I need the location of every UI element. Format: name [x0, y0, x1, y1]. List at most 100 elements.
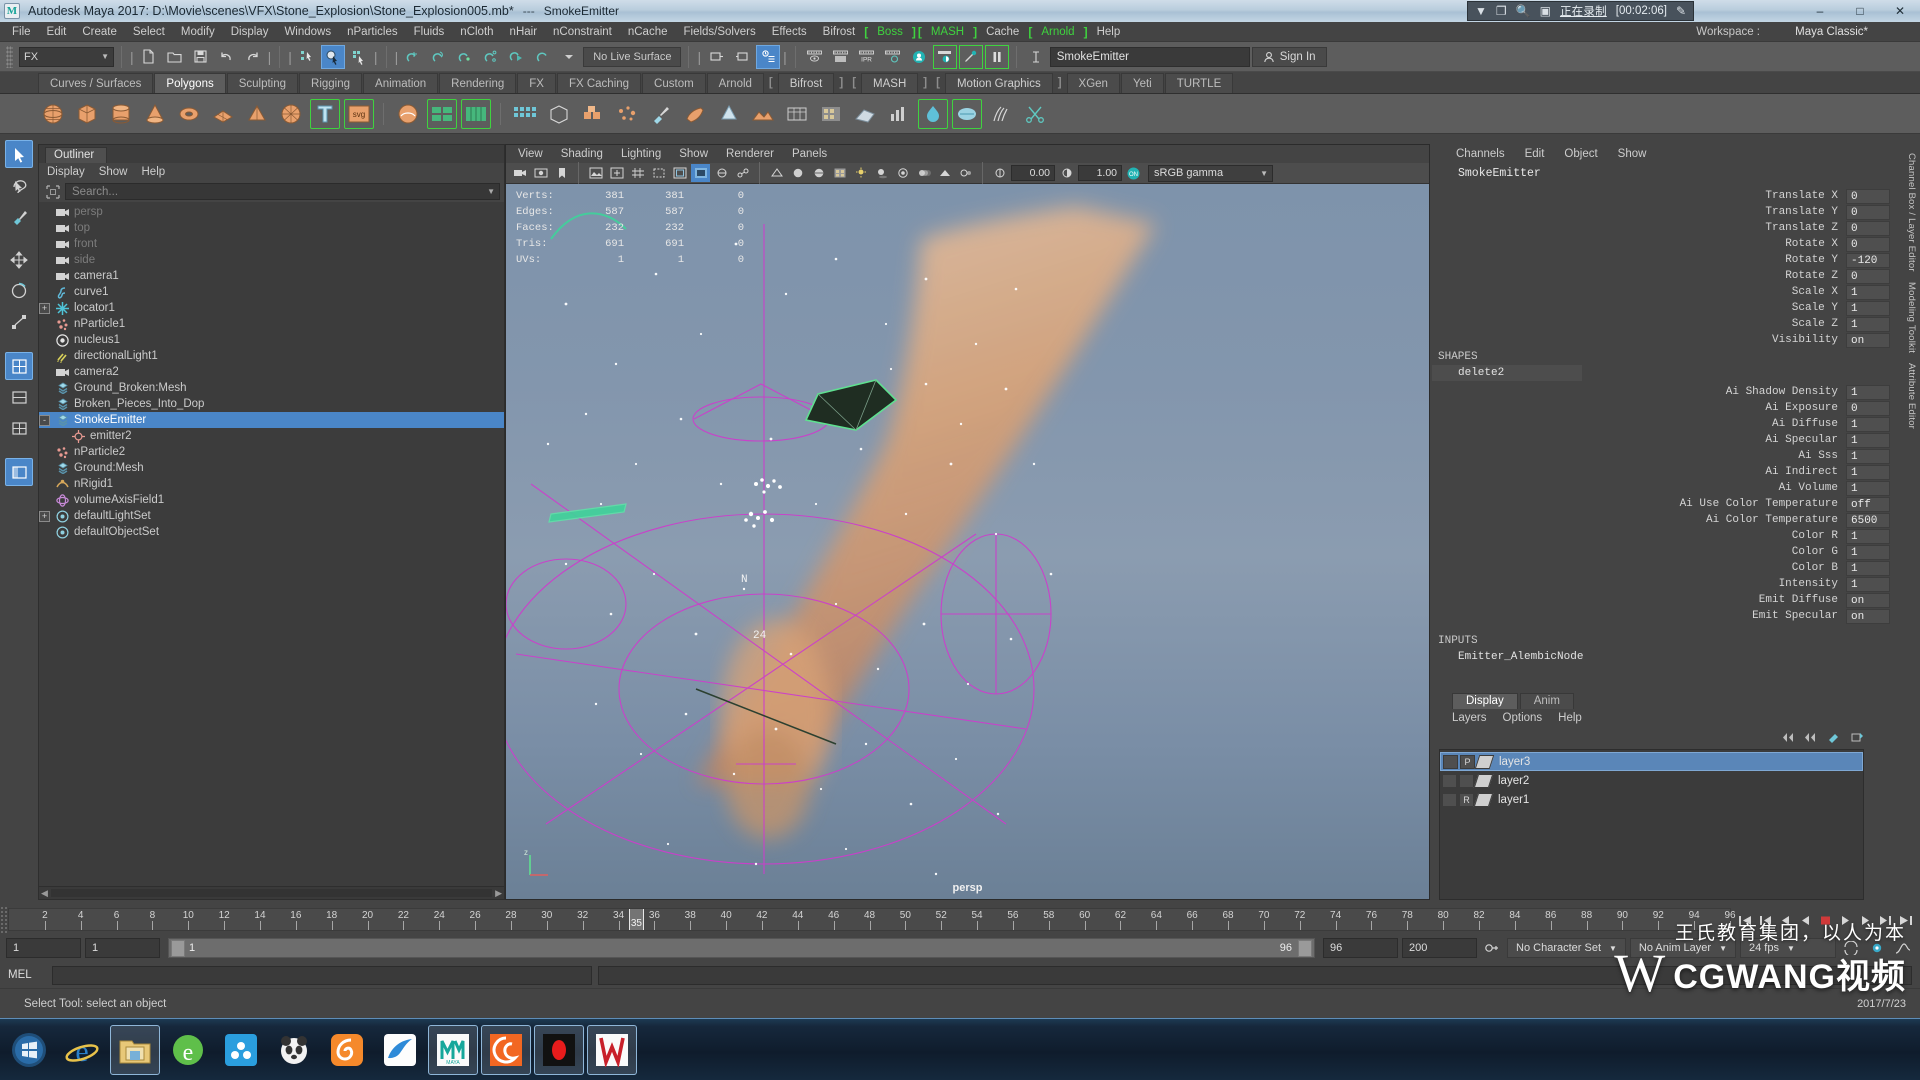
- bifrost-aero-icon[interactable]: [952, 98, 982, 129]
- outliner-search-input[interactable]: Search... ▼: [65, 183, 500, 200]
- shadows-icon[interactable]: [872, 164, 891, 182]
- animation-end-time-field[interactable]: 200: [1402, 938, 1478, 958]
- channel-row[interactable]: Translate Y0: [1432, 204, 1890, 220]
- selected-object-name-field[interactable]: SmokeEmitter: [1049, 46, 1250, 67]
- shelf-tab-rendering[interactable]: Rendering: [439, 73, 517, 93]
- channel-name[interactable]: Ai Indirect: [1432, 466, 1846, 478]
- auto-key-button[interactable]: [1481, 938, 1503, 958]
- poly-torus-icon[interactable]: [174, 99, 204, 129]
- arnold-flush-caches-button[interactable]: [958, 44, 983, 69]
- pencil-icon[interactable]: ✎: [1676, 4, 1686, 18]
- wang-app-icon[interactable]: [587, 1024, 637, 1075]
- time-slider-track[interactable]: 2 4 6 8 10 12 14 16 18 20 22 24 26 28 30 32 34 36 38 40 42 44…: [8, 908, 1736, 931]
- go-to-start-button[interactable]: [1737, 912, 1754, 929]
- channel-row[interactable]: Ai Shadow Density 1: [1432, 384, 1890, 400]
- layer-visibility-toggle[interactable]: [1443, 754, 1458, 769]
- outliner-item-ground-mesh[interactable]: Ground:Mesh: [39, 460, 504, 476]
- layer-visibility-toggle[interactable]: [1442, 792, 1457, 807]
- use-all-lights-icon[interactable]: [851, 164, 870, 182]
- grid-icon[interactable]: [510, 99, 540, 129]
- camera-attributes-icon[interactable]: [531, 164, 550, 182]
- magnifier-icon[interactable]: 🔍: [1516, 4, 1531, 18]
- outliner-item-nparticle2[interactable]: nParticle2: [39, 444, 504, 460]
- exposure-value-field[interactable]: 0.00: [1011, 165, 1055, 181]
- shelf-tab-curves-surfaces[interactable]: Curves / Surfaces: [38, 73, 154, 93]
- brush-icon[interactable]: [646, 99, 676, 129]
- rotate-tool-button[interactable]: [5, 277, 33, 305]
- channel-value[interactable]: on: [1846, 332, 1890, 348]
- mash-waiter-icon[interactable]: [461, 98, 491, 129]
- snap-to-projected-center-button[interactable]: [479, 44, 504, 69]
- channel-value[interactable]: on: [1846, 592, 1890, 608]
- channel-value[interactable]: 1: [1846, 300, 1890, 316]
- range-end-handle[interactable]: [1298, 939, 1313, 957]
- open-render-view-button[interactable]: [704, 44, 729, 69]
- play-forwards-button[interactable]: [1837, 912, 1854, 929]
- scroll-left-icon[interactable]: ◀: [41, 888, 48, 899]
- channel-value[interactable]: off: [1846, 496, 1890, 512]
- grid-toggle-icon[interactable]: [628, 164, 647, 182]
- cube-shape-icon[interactable]: [544, 99, 574, 129]
- channel-row[interactable]: Ai Indirect 1: [1432, 464, 1890, 480]
- window-icon[interactable]: ❐: [1496, 4, 1507, 18]
- channel-row[interactable]: Scale X1: [1432, 284, 1890, 300]
- uc-browser-icon[interactable]: [322, 1025, 372, 1075]
- channel-value[interactable]: 0: [1846, 236, 1890, 252]
- outliner-menu-help[interactable]: Help: [142, 166, 166, 178]
- snap-to-grid-button[interactable]: [401, 44, 426, 69]
- channel-value[interactable]: 0: [1846, 204, 1890, 220]
- panda-app-icon[interactable]: [269, 1025, 319, 1075]
- shelf-tab-xgen[interactable]: XGen: [1066, 73, 1120, 93]
- channel-name[interactable]: Ai Color Temperature: [1432, 514, 1846, 526]
- snap-to-curve-button[interactable]: [427, 44, 452, 69]
- poly-cone-icon[interactable]: [140, 99, 170, 129]
- channel-value[interactable]: 0: [1846, 268, 1890, 284]
- channel-row[interactable]: Rotate Y -120: [1432, 252, 1890, 268]
- channel-row[interactable]: Ai Use Color Temperature off: [1432, 496, 1890, 512]
- channel-name[interactable]: Scale Y: [1432, 302, 1846, 314]
- channel-row[interactable]: Intensity 1: [1432, 576, 1890, 592]
- viewport-menu-shading[interactable]: Shading: [561, 148, 603, 160]
- poly-cylinder-icon[interactable]: [106, 99, 136, 129]
- menu-edit[interactable]: Edit: [39, 22, 75, 42]
- step-forward-key-button[interactable]: [1877, 912, 1894, 929]
- poly-prism-icon[interactable]: [276, 99, 306, 129]
- layer-editor-tab-anim[interactable]: Anim: [1519, 693, 1574, 709]
- channel-value[interactable]: 1: [1846, 544, 1890, 560]
- layer-color-swatch[interactable]: [1473, 773, 1494, 788]
- channel-name[interactable]: Color B: [1432, 562, 1846, 574]
- channel-value[interactable]: 0: [1846, 188, 1890, 204]
- channel-name[interactable]: Color R: [1432, 530, 1846, 542]
- outliner-item-volumeaxisfield1[interactable]: volumeAxisField1: [39, 492, 504, 508]
- shelf-tab-fx[interactable]: FX: [517, 73, 556, 93]
- channel-name[interactable]: Rotate Y: [1432, 254, 1846, 266]
- paint-select-tool-button[interactable]: [5, 202, 33, 230]
- shelf-tab-yeti[interactable]: Yeti: [1120, 73, 1164, 93]
- gate-mask-icon[interactable]: [691, 164, 710, 182]
- gamma-value-field[interactable]: 1.00: [1078, 165, 1122, 181]
- channel-value[interactable]: -120: [1846, 252, 1890, 268]
- smooth-shade-all-icon[interactable]: [809, 164, 828, 182]
- channelbox-menu-show[interactable]: Show: [1618, 148, 1647, 160]
- expand-toggle-icon[interactable]: +: [39, 510, 50, 522]
- menu-fields-solvers[interactable]: Fields/Solvers: [675, 22, 763, 42]
- paint-icon[interactable]: [680, 99, 710, 129]
- two-d-pan-zoom-icon[interactable]: [607, 164, 626, 182]
- menu-nconstraint[interactable]: nConstraint: [545, 22, 620, 42]
- outliner-item-broken-pieces-into-dop[interactable]: Broken_Pieces_Into_Dop: [39, 396, 504, 412]
- multisample-icon[interactable]: [935, 164, 954, 182]
- channel-row[interactable]: Emit Diffuse on: [1432, 592, 1890, 608]
- playback-speed-selector[interactable]: 24 fps ▼: [1740, 938, 1836, 958]
- shelf-tab-motion-graphics[interactable]: Motion Graphics: [944, 73, 1053, 93]
- render-sequence-button[interactable]: [730, 44, 755, 69]
- layout-single-button[interactable]: [5, 383, 33, 411]
- menu-mash[interactable]: MASH: [923, 22, 972, 42]
- channel-name[interactable]: Ai Specular: [1432, 434, 1846, 446]
- previous-layer-icon[interactable]: [1781, 730, 1795, 744]
- channel-row[interactable]: Visibility on: [1432, 332, 1890, 348]
- channel-value[interactable]: 1: [1846, 284, 1890, 300]
- channel-box-input-node[interactable]: Emitter_AlembicNode: [1432, 649, 1890, 665]
- layer-menu-options[interactable]: Options: [1503, 712, 1543, 724]
- record-app-icon[interactable]: [534, 1024, 584, 1075]
- outliner-horizontal-scrollbar[interactable]: ◀ ▶: [39, 886, 504, 899]
